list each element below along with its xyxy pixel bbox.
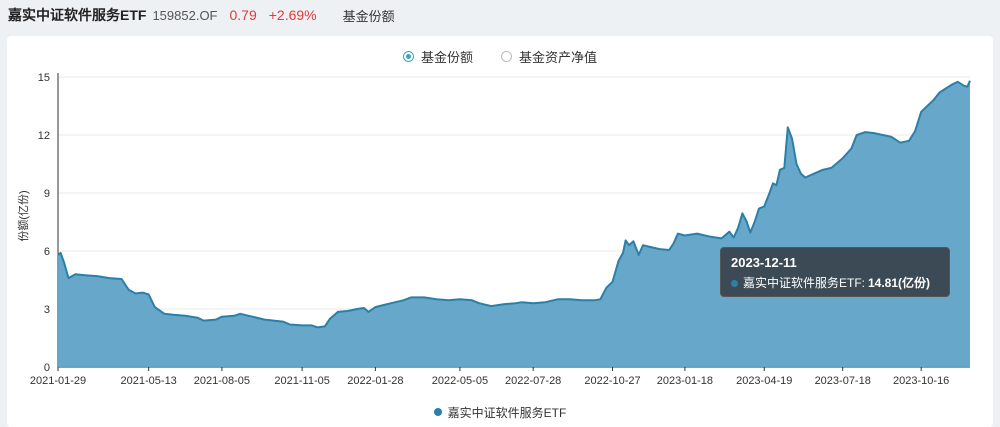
y-tick-label: 15: [38, 72, 50, 84]
tooltip-value: 14.81(亿份): [868, 276, 931, 290]
header-bar: 嘉实中证软件服务ETF 159852.OF 0.79 +2.69% 基金份额: [0, 0, 1000, 30]
y-tick-label: 12: [38, 130, 50, 142]
tooltip-date: 2023-12-11: [731, 255, 797, 270]
chart-panel: 基金份额 基金资产净值 0 3 6 9 12 15 份额(亿份) 2021-01-29 2021…: [7, 36, 993, 427]
tooltip-series-dot-icon: [731, 279, 738, 287]
x-tick-label: 2021-08-05: [194, 375, 250, 387]
x-tick-label: 2023-10-16: [893, 375, 949, 387]
fund-price: 0.79: [229, 7, 257, 23]
x-tick-label: 2023-04-19: [736, 375, 792, 387]
tooltip-row: 嘉实中证软件服务ETF: 14.81(亿份): [731, 274, 939, 292]
x-tick-label: 2021-01-29: [30, 375, 86, 387]
x-tick-label: 2022-10-27: [584, 375, 640, 387]
area-chart[interactable]: 0 3 6 9 12 15 份额(亿份) 2021-01-29 2021-05-13 2021-0…: [7, 36, 993, 427]
y-tick-label: 9: [44, 188, 50, 200]
y-tick-label: 6: [44, 246, 50, 258]
fund-name: 嘉实中证软件服务ETF: [8, 7, 147, 23]
y-tick-label: 3: [44, 304, 50, 316]
series-area: [58, 80, 970, 367]
y-axis-label: 份额(亿份): [17, 190, 30, 241]
chart-legend[interactable]: 嘉实中证软件服务ETF: [7, 403, 993, 421]
price-change: +2.69%: [268, 7, 317, 23]
fund-code: 159852.OF: [152, 7, 218, 23]
tooltip-series-name: 嘉实中证软件服务ETF:: [743, 276, 865, 290]
x-tick-label: 2021-11-05: [274, 375, 329, 387]
data-tooltip: 2023-12-11 嘉实中证软件服务ETF: 14.81(亿份): [720, 247, 950, 297]
x-tick-label: 2023-01-18: [657, 375, 713, 387]
legend-label: 嘉实中证软件服务ETF: [447, 405, 567, 420]
x-tick-label: 2023-07-18: [815, 375, 871, 387]
legend-dot-icon: [433, 408, 442, 416]
y-tick-label: 0: [44, 362, 50, 374]
x-tick-label: 2022-05-05: [432, 375, 488, 387]
x-tick-label: 2022-01-28: [347, 375, 403, 387]
metric-label: 基金份额: [342, 8, 395, 24]
x-tick-label: 2022-07-28: [505, 375, 561, 387]
x-tick-label: 2021-05-13: [121, 375, 177, 387]
